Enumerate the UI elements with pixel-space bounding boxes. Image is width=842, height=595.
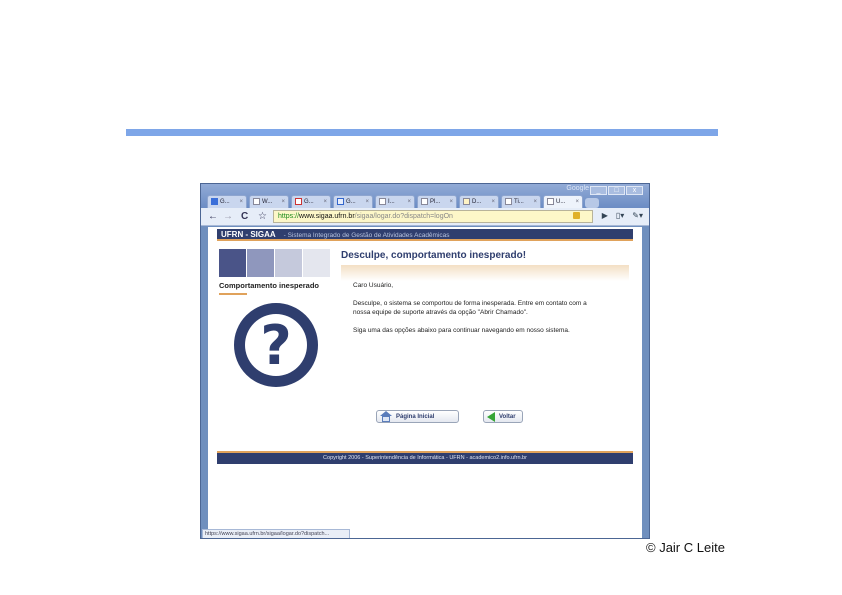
color-swatch xyxy=(219,249,246,277)
close-tab-icon[interactable]: × xyxy=(323,196,327,208)
site-footer: Copyright 2006 - Superintendência de Inf… xyxy=(217,451,633,464)
browser-titlebar: Google _ □ x G... × W... × G... × G... × I..… xyxy=(201,184,649,208)
error-content: Desculpe, comportamento inesperado! Caro… xyxy=(341,249,629,344)
wrench-menu-icon[interactable]: ✎▾ xyxy=(632,211,643,220)
browser-window: Google _ □ x G... × W... × G... × G... × I..… xyxy=(200,183,650,539)
browser-tab-active[interactable]: U... × xyxy=(543,195,583,208)
back-label: Voltar xyxy=(499,413,516,420)
color-swatch xyxy=(275,249,302,277)
url-scheme: https:// xyxy=(278,213,300,220)
close-tab-icon[interactable]: × xyxy=(533,196,537,208)
browser-tab[interactable]: I... × xyxy=(375,195,415,208)
site-header: UFRN - SIGAA - Sistema Integrado de Gestã… xyxy=(217,229,633,241)
browser-tab[interactable]: G... × xyxy=(291,195,331,208)
browser-tab[interactable]: Pl... × xyxy=(417,195,457,208)
error-paragraph: Desculpe, o sistema se comportou de form… xyxy=(353,300,587,316)
reload-icon[interactable]: C xyxy=(241,211,248,223)
lock-icon[interactable] xyxy=(573,212,580,219)
close-tab-icon[interactable]: × xyxy=(491,196,495,208)
question-mark-icon: ? xyxy=(234,303,318,387)
home-icon xyxy=(380,411,392,422)
browser-tab[interactable]: G... × xyxy=(333,195,373,208)
question-mark-glyph: ? xyxy=(245,314,307,377)
forward-arrow-icon[interactable]: → xyxy=(223,211,233,223)
url-path: /sigaa/logar.do?dispatch=logOn xyxy=(354,213,453,220)
color-swatch xyxy=(303,249,330,277)
window-controls: _ □ x xyxy=(590,186,643,195)
home-page-label: Página Inicial xyxy=(396,413,435,420)
browser-toolbar: ← → C ☆ https://www.sigaa.ufrn.br/sigaa/… xyxy=(201,208,649,226)
page-icon xyxy=(547,198,554,205)
slide-accent-bar xyxy=(126,129,718,136)
doc-icon xyxy=(463,198,470,205)
browser-tab[interactable]: W... × xyxy=(249,195,289,208)
back-arrow-icon[interactable]: ← xyxy=(208,211,218,223)
error-sidebar: Comportamento inesperado ? xyxy=(219,249,331,387)
home-page-button[interactable]: Página Inicial xyxy=(376,410,459,423)
site-brand: UFRN - SIGAA xyxy=(221,230,276,239)
back-button[interactable]: Voltar xyxy=(483,410,523,423)
google-icon xyxy=(211,198,218,205)
gmail-icon xyxy=(295,198,302,205)
browser-tab[interactable]: Ti... × xyxy=(501,195,541,208)
close-tab-icon[interactable]: × xyxy=(449,196,453,208)
new-tab-button[interactable] xyxy=(585,198,599,208)
close-window-button[interactable]: x xyxy=(626,186,643,195)
color-swatch xyxy=(247,249,274,277)
error-title: Desculpe, comportamento inesperado! xyxy=(341,250,527,261)
guidance-paragraph: Siga uma das opções abaixo para continua… xyxy=(353,327,570,334)
page-icon xyxy=(253,198,260,205)
page-viewport: UFRN - SIGAA - Sistema Integrado de Gestã… xyxy=(208,227,642,538)
calendar-icon xyxy=(337,198,344,205)
slide-credit: © Jair C Leite xyxy=(646,540,725,555)
browser-tab[interactable]: G... × xyxy=(207,195,247,208)
status-bar: https://www.sigaa.ufrn.br/sigaa/logar.do… xyxy=(202,529,350,538)
url-host: www.sigaa.ufrn.br xyxy=(299,213,355,220)
page-icon xyxy=(505,198,512,205)
page-icon xyxy=(421,198,428,205)
address-bar[interactable]: https://www.sigaa.ufrn.br/sigaa/logar.do… xyxy=(273,210,593,223)
action-buttons: Página Inicial Voltar xyxy=(376,410,523,423)
bookmark-star-icon[interactable]: ☆ xyxy=(258,211,267,223)
page-menu-icon[interactable]: ▯▾ xyxy=(616,211,624,220)
browser-tab[interactable]: D... × xyxy=(459,195,499,208)
toolbar-right: ▶ ▯▾ ✎▾ xyxy=(602,211,643,220)
back-arrow-icon xyxy=(487,411,495,422)
error-message: Caro Usuário, Desculpe, o sistema se com… xyxy=(341,281,596,335)
maximize-button[interactable]: □ xyxy=(608,186,625,195)
close-tab-icon[interactable]: × xyxy=(365,196,369,208)
close-tab-icon[interactable]: × xyxy=(281,196,285,208)
slide: Google _ □ x G... × W... × G... × G... × I..… xyxy=(0,0,842,595)
page-icon xyxy=(379,198,386,205)
site-subtitle: - Sistema Integrado de Gestão de Ativida… xyxy=(283,232,450,239)
sidebar-underline xyxy=(219,293,247,295)
greeting-text: Caro Usuário, xyxy=(353,282,394,289)
error-title-band xyxy=(341,265,629,281)
close-tab-icon[interactable]: × xyxy=(575,196,579,208)
google-label: Google xyxy=(566,185,589,192)
minimize-button[interactable]: _ xyxy=(590,186,607,195)
close-tab-icon[interactable]: × xyxy=(239,196,243,208)
tab-strip: G... × W... × G... × G... × I... × Pl... × D..… xyxy=(207,195,599,208)
go-icon[interactable]: ▶ xyxy=(602,211,608,220)
close-tab-icon[interactable]: × xyxy=(407,196,411,208)
sidebar-title: Comportamento inesperado xyxy=(219,281,320,290)
